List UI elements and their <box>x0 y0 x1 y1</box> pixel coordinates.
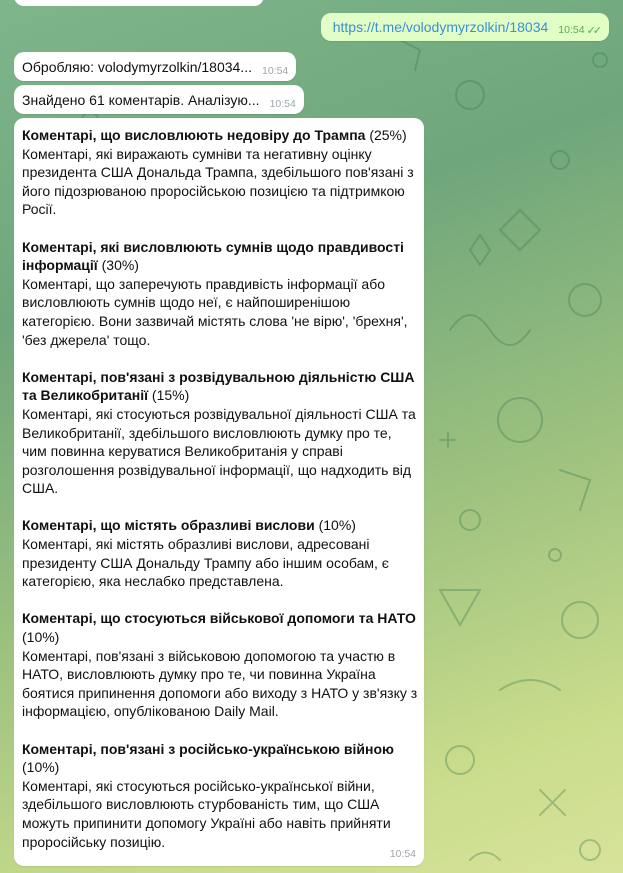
status-message-processing[interactable]: Обробляю: volodymyrzolkin/18034... 10:54 <box>14 52 297 81</box>
category-title: Коментарі, які висловлюють сумнів щодо п… <box>22 238 404 274</box>
category-section: Коментарі, які висловлюють сумнів щодо п… <box>22 238 418 350</box>
message-time: 10:54 <box>269 97 296 110</box>
category-title: Коментарі, пов'язані з російсько-українс… <box>22 740 394 757</box>
category-description: Коментарі, які виражають сумніви та нега… <box>22 145 414 218</box>
category-percent: (30%) <box>97 257 139 274</box>
category-section: Коментарі, що стосуються військової допо… <box>22 609 418 721</box>
message-time: 10:54 <box>389 848 416 860</box>
status-message-found[interactable]: Знайдено 61 коментарів. Аналізую... 10:5… <box>14 85 304 114</box>
analysis-message[interactable]: Коментарі, що висловлюють недовіру до Тр… <box>14 118 424 866</box>
category-percent: (10%) <box>314 517 356 534</box>
category-title: Коментарі, що висловлюють недовіру до Тр… <box>22 127 366 143</box>
message-time: 10:54 <box>558 24 585 36</box>
category-description: Коментарі, пов'язані з військовою допомо… <box>22 647 418 720</box>
category-percent: (10%) <box>22 759 60 776</box>
category-title: Коментарі, пов'язані з розвідувальною ді… <box>22 368 415 404</box>
outgoing-message[interactable]: https://t.me/volodymyrzolkin/18034 10:54… <box>320 13 609 41</box>
category-description: Коментарі, які стосуються розвідувальної… <box>22 405 416 497</box>
analysis-content: Коментарі, що висловлюють недовіру до Тр… <box>22 126 418 870</box>
category-section: Коментарі, пов'язані з російсько-українс… <box>22 740 418 852</box>
category-percent: (15%) <box>148 387 190 404</box>
category-section: Коментарі, що висловлюють недовіру до Тр… <box>22 126 418 219</box>
category-description: Коментарі, що заперечують правдивість ін… <box>22 275 408 348</box>
previous-message-bubble <box>14 0 264 6</box>
category-percent: (10%) <box>22 629 60 646</box>
message-time: 10:54 <box>261 64 289 77</box>
message-text: Обробляю: volodymyrzolkin/18034... <box>22 58 252 75</box>
category-section: Коментарі, що містять образливі вислови … <box>22 516 418 590</box>
category-percent: (25%) <box>365 127 407 143</box>
category-title: Коментарі, що містять образливі вислови <box>22 517 315 534</box>
category-description: Коментарі, які містять образливі вислови… <box>22 536 389 590</box>
read-checkmarks-icon: ✓✓ <box>586 24 603 37</box>
category-section: Коментарі, пов'язані з розвідувальною ді… <box>22 368 418 498</box>
category-title: Коментарі, що стосуються військової допо… <box>22 610 416 627</box>
category-description: Коментарі, які стосуються російсько-укра… <box>22 777 391 850</box>
message-link[interactable]: https://t.me/volodymyrzolkin/18034 <box>333 19 549 35</box>
message-text: Знайдено 61 коментарів. Аналізую... <box>22 91 260 108</box>
